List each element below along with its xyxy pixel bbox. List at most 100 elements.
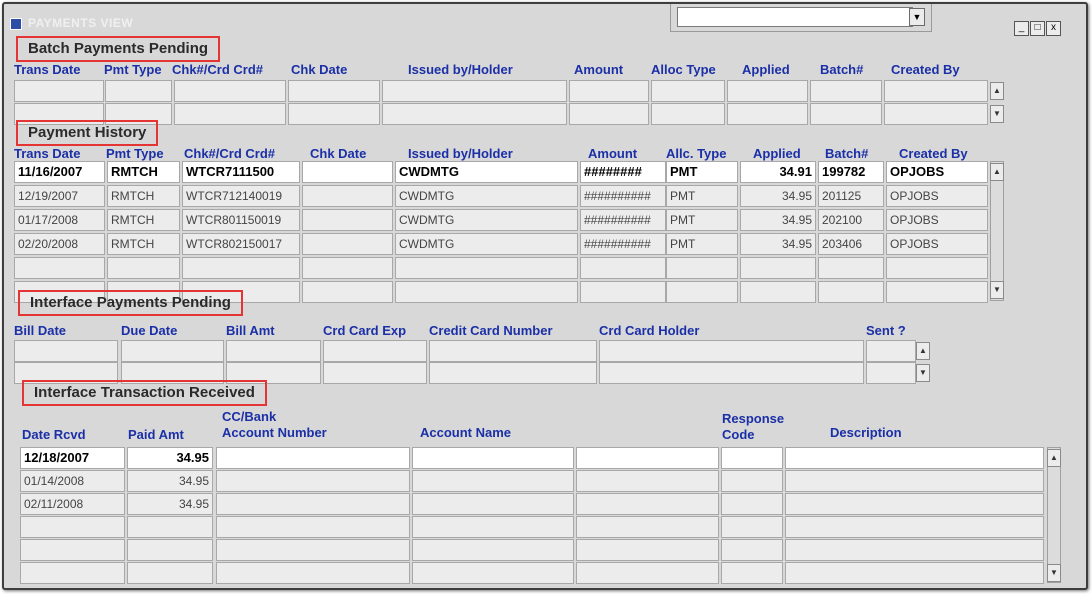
received-cell[interactable]: 12/18/2007 [20, 447, 125, 469]
received-cell[interactable] [576, 470, 719, 492]
batch-cell[interactable] [884, 103, 988, 125]
chevron-down-icon[interactable]: ▼ [909, 8, 925, 26]
received-cell[interactable] [721, 493, 783, 515]
history-cell[interactable] [580, 257, 666, 279]
received-cell[interactable] [721, 470, 783, 492]
received-cell[interactable] [576, 539, 719, 561]
history-cell[interactable]: 11/16/2007 [14, 161, 105, 183]
history-cell[interactable]: RMTCH [107, 209, 180, 231]
pending-cell[interactable] [323, 362, 427, 384]
received-cell[interactable] [412, 470, 574, 492]
received-cell[interactable] [785, 516, 1044, 538]
history-cell[interactable] [666, 281, 738, 303]
received-cell[interactable] [216, 447, 410, 469]
batch-cell[interactable] [14, 80, 104, 102]
pending-cell[interactable] [866, 362, 916, 384]
history-cell[interactable]: CWDMTG [395, 209, 578, 231]
history-cell[interactable] [666, 257, 738, 279]
batch-cell[interactable] [651, 80, 725, 102]
scroll-down-icon[interactable]: ▼ [916, 364, 930, 382]
pending-cell[interactable] [14, 340, 118, 362]
history-cell[interactable] [302, 161, 393, 183]
top-dropdown[interactable]: ▼ [670, 4, 932, 32]
received-cell[interactable]: 34.95 [127, 470, 213, 492]
history-cell[interactable]: 202100 [818, 209, 884, 231]
maximize-button[interactable]: □ [1030, 21, 1045, 36]
history-cell[interactable]: 34.95 [740, 185, 816, 207]
pending-cell[interactable] [226, 340, 321, 362]
received-cell[interactable] [216, 562, 410, 584]
history-cell[interactable]: WTCR7111500 [182, 161, 300, 183]
history-cell[interactable]: ########## [580, 233, 666, 255]
batch-cell[interactable] [727, 80, 808, 102]
history-cell[interactable] [740, 281, 816, 303]
pending-cell[interactable] [323, 340, 427, 362]
scroll-up-icon[interactable]: ▲ [916, 342, 930, 360]
batch-cell[interactable] [810, 103, 882, 125]
batch-cell[interactable] [288, 103, 380, 125]
received-cell[interactable] [576, 493, 719, 515]
received-cell[interactable] [127, 562, 213, 584]
received-cell[interactable] [216, 516, 410, 538]
history-cell[interactable]: CWDMTG [395, 185, 578, 207]
received-cell[interactable]: 02/11/2008 [20, 493, 125, 515]
received-cell[interactable] [127, 539, 213, 561]
received-cell[interactable] [412, 447, 574, 469]
received-cell[interactable] [216, 470, 410, 492]
received-cell[interactable] [721, 516, 783, 538]
history-cell[interactable]: PMT [666, 209, 738, 231]
history-cell[interactable] [182, 257, 300, 279]
received-cell[interactable] [412, 562, 574, 584]
received-cell[interactable] [216, 539, 410, 561]
scroll-down-icon[interactable]: ▼ [990, 281, 1004, 299]
history-cell[interactable] [302, 185, 393, 207]
history-cell[interactable] [395, 257, 578, 279]
received-cell[interactable] [20, 539, 125, 561]
received-cell[interactable] [412, 516, 574, 538]
batch-cell[interactable] [884, 80, 988, 102]
received-cell[interactable]: 34.95 [127, 493, 213, 515]
scroll-up-icon[interactable]: ▲ [990, 163, 1004, 181]
received-cell[interactable] [721, 447, 783, 469]
history-cell[interactable] [302, 257, 393, 279]
batch-cell[interactable] [651, 103, 725, 125]
received-cell[interactable] [127, 516, 213, 538]
received-cell[interactable] [721, 562, 783, 584]
history-cell[interactable]: 12/19/2007 [14, 185, 105, 207]
history-cell[interactable] [818, 257, 884, 279]
batch-cell[interactable] [174, 103, 286, 125]
pending-cell[interactable] [429, 362, 597, 384]
batch-cell[interactable] [382, 80, 567, 102]
close-button[interactable]: x [1046, 21, 1061, 36]
batch-cell[interactable] [727, 103, 808, 125]
pending-cell[interactable] [429, 340, 597, 362]
history-cell[interactable]: OPJOBS [886, 185, 988, 207]
pending-cell[interactable] [599, 340, 864, 362]
history-cell[interactable] [302, 209, 393, 231]
history-cell[interactable]: WTCR802150017 [182, 233, 300, 255]
history-cell[interactable] [302, 233, 393, 255]
history-cell[interactable]: WTCR801150019 [182, 209, 300, 231]
history-cell[interactable] [886, 257, 988, 279]
received-cell[interactable] [785, 447, 1044, 469]
history-cell[interactable] [818, 281, 884, 303]
history-cell[interactable]: CWDMTG [395, 233, 578, 255]
history-cell[interactable]: ########## [580, 209, 666, 231]
history-cell[interactable] [14, 257, 105, 279]
received-cell[interactable] [20, 562, 125, 584]
received-cell[interactable]: 01/14/2008 [20, 470, 125, 492]
batch-cell[interactable] [569, 103, 649, 125]
history-cell[interactable] [740, 257, 816, 279]
history-cell[interactable]: RMTCH [107, 185, 180, 207]
received-cell[interactable] [576, 516, 719, 538]
history-cell[interactable] [302, 281, 393, 303]
received-cell[interactable] [785, 470, 1044, 492]
received-cell[interactable] [412, 539, 574, 561]
batch-cell[interactable] [288, 80, 380, 102]
batch-cell[interactable] [810, 80, 882, 102]
received-cell[interactable] [576, 447, 719, 469]
top-dropdown-field[interactable] [677, 7, 913, 27]
scroll-up-icon[interactable]: ▲ [1047, 449, 1061, 467]
received-cell[interactable] [20, 516, 125, 538]
scroll-down-icon[interactable]: ▼ [1047, 564, 1061, 582]
